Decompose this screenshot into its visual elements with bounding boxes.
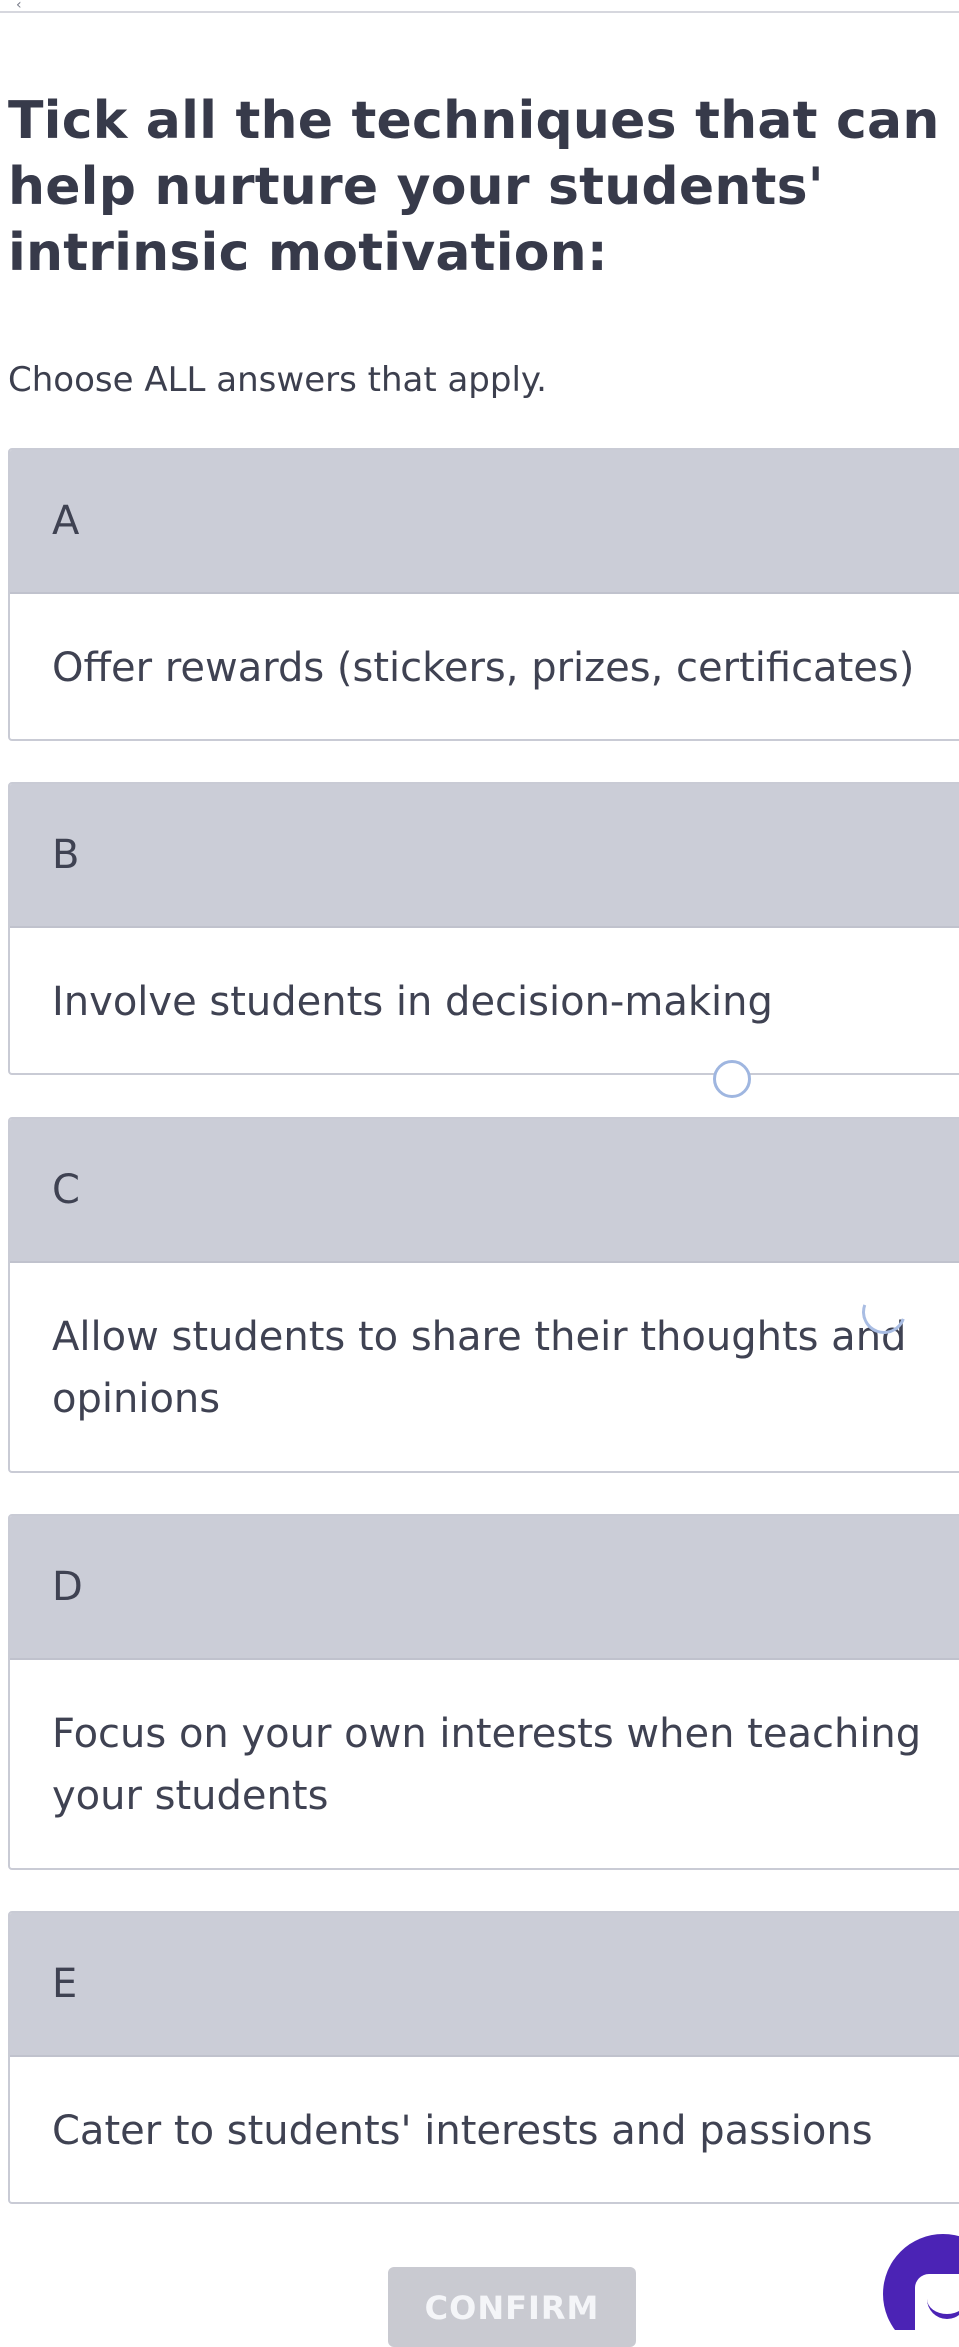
option-text: Involve students in decision-making	[52, 978, 773, 1025]
question-title: Tick all the techniques that can help nu…	[8, 91, 940, 283]
chevron-left-icon[interactable]: ‹	[16, 0, 22, 12]
ring-icon	[713, 1060, 751, 1098]
chat-launcher-button[interactable]	[883, 2234, 959, 2330]
confirm-button[interactable]: CONFIRM	[388, 2267, 636, 2347]
option-d[interactable]: D Focus on your own interests when teach…	[8, 1514, 959, 1870]
option-text: Cater to students' interests and passion…	[52, 2107, 873, 2154]
option-letter: C	[10, 1119, 959, 1263]
option-letter: B	[10, 784, 959, 928]
option-text: Allow students to share their thoughts a…	[52, 1314, 907, 1422]
option-letter: A	[10, 450, 959, 594]
option-e[interactable]: E Cater to students' interests and passi…	[8, 1911, 959, 2204]
option-c[interactable]: C Allow students to share their thoughts…	[8, 1117, 959, 1473]
option-text: Focus on your own interests when teachin…	[52, 1711, 922, 1819]
instruction-text: Choose ALL answers that apply.	[8, 360, 547, 400]
option-b[interactable]: B Involve students in decision-making	[8, 782, 959, 1075]
option-text: Offer rewards (stickers, prizes, certifi…	[52, 644, 915, 691]
option-letter: D	[10, 1516, 959, 1660]
top-bar: ‹	[0, 0, 959, 13]
option-letter: E	[10, 1913, 959, 2057]
option-a[interactable]: A Offer rewards (stickers, prizes, certi…	[8, 448, 959, 741]
